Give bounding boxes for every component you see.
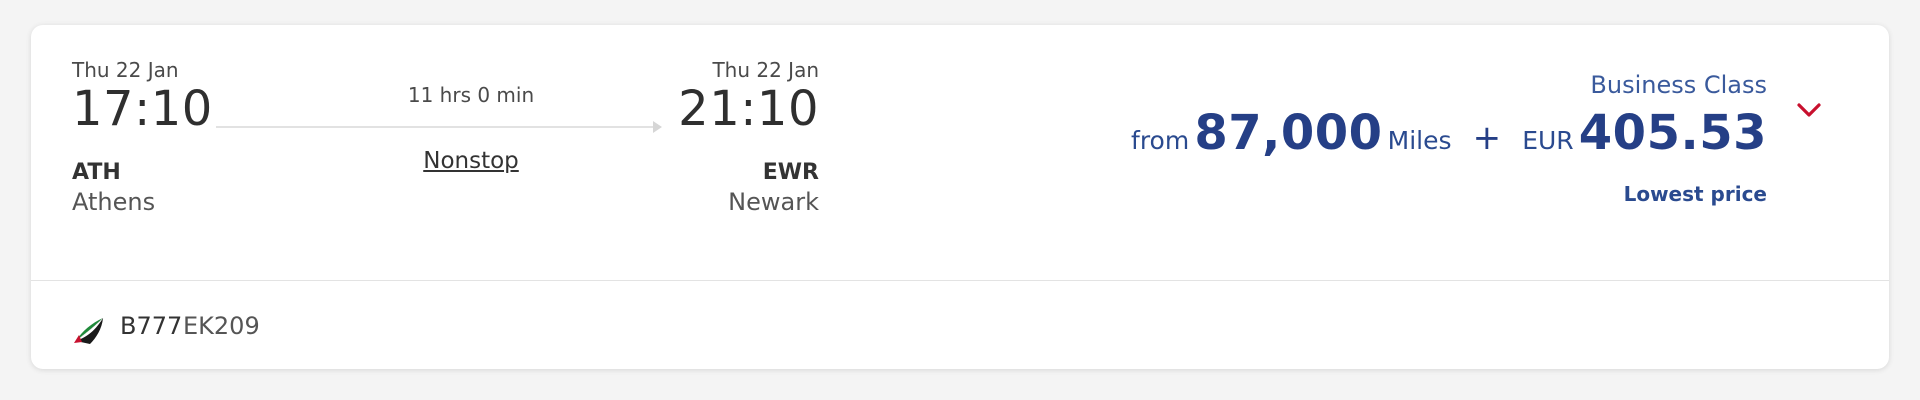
price-currency: EUR bbox=[1522, 126, 1574, 155]
flight-result-card[interactable]: Thu 22 Jan 17:10 ATH Athens 11 hrs 0 min… bbox=[31, 25, 1889, 369]
aircraft-type: B777 bbox=[120, 312, 183, 340]
lowest-price-badge: Lowest price bbox=[1623, 182, 1767, 206]
flight-number: EK209 bbox=[183, 312, 260, 340]
arrival-time: 21:10 bbox=[678, 81, 819, 137]
departure-time: 17:10 bbox=[72, 81, 213, 137]
chevron-down-icon[interactable] bbox=[1789, 95, 1829, 127]
departure-airport-code: ATH bbox=[72, 160, 121, 185]
price-amount: 405.53 bbox=[1578, 105, 1767, 161]
card-divider bbox=[31, 280, 1889, 281]
departure-date: Thu 22 Jan bbox=[72, 58, 179, 82]
price-miles: 87,000 bbox=[1194, 105, 1383, 161]
flight-duration: 11 hrs 0 min bbox=[407, 83, 535, 107]
arrival-date: Thu 22 Jan bbox=[712, 58, 819, 82]
cabin-class: Business Class bbox=[1590, 71, 1767, 99]
airline-logo-icon bbox=[72, 313, 106, 347]
arrival-city: Newark bbox=[728, 188, 819, 216]
price-row[interactable]: from 87,000 Miles + EUR 405.53 bbox=[1131, 105, 1767, 161]
route-line bbox=[216, 126, 655, 128]
price-miles-label: Miles bbox=[1387, 126, 1452, 155]
stops-link[interactable]: Nonstop bbox=[381, 148, 561, 174]
departure-city: Athens bbox=[72, 188, 156, 216]
price-from-label: from bbox=[1131, 126, 1190, 155]
arrival-airport-code: EWR bbox=[762, 160, 819, 185]
route-arrow-icon bbox=[653, 121, 662, 133]
price-plus: + bbox=[1472, 118, 1502, 158]
